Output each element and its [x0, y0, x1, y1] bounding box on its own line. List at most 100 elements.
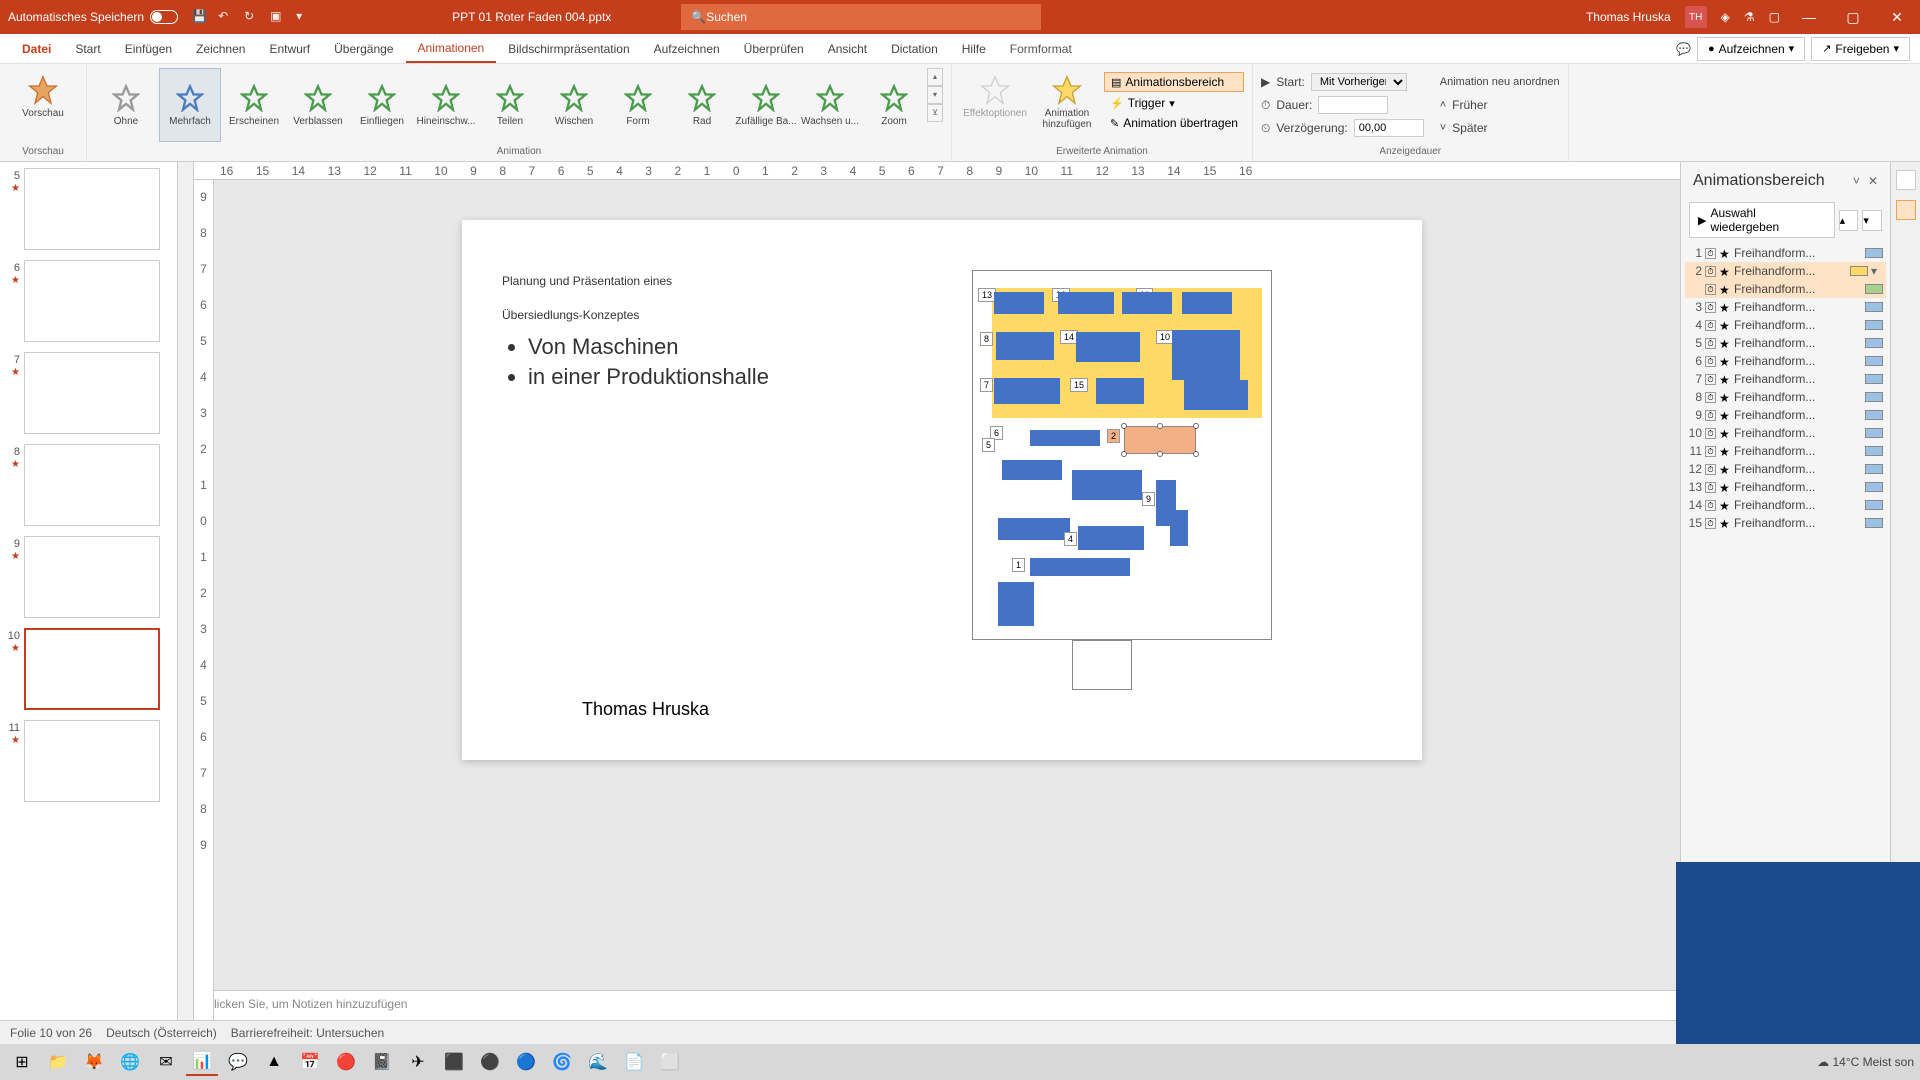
rail-icon[interactable]: [1896, 170, 1916, 190]
close-button[interactable]: ✕: [1882, 9, 1912, 26]
animation-item[interactable]: 8⏱★Freihandform...: [1685, 388, 1886, 406]
add-animation-button[interactable]: Animation hinzufügen: [1032, 68, 1102, 136]
powerpoint-icon[interactable]: 📊: [186, 1048, 218, 1076]
animation-form[interactable]: Form: [607, 68, 669, 142]
duration-input[interactable]: [1318, 96, 1388, 114]
search-input[interactable]: [706, 10, 1031, 24]
animation-item[interactable]: 11⏱★Freihandform...: [1685, 442, 1886, 460]
animation-erscheinen[interactable]: Erscheinen: [223, 68, 285, 142]
close-pane-icon[interactable]: ✕: [1868, 174, 1878, 188]
animation-item[interactable]: 15⏱★Freihandform...: [1685, 514, 1886, 532]
gallery-down[interactable]: ▾: [927, 86, 943, 104]
slide-canvas[interactable]: Planung und Präsentation einesÜbersiedlu…: [194, 180, 1680, 990]
animation-einfliegen[interactable]: Einfliegen: [351, 68, 413, 142]
slide-thumbnails[interactable]: 5★ 6★ 7★ 8★ 9★ 10★ 11★: [0, 162, 178, 1020]
obs-icon[interactable]: ⚫: [474, 1048, 506, 1076]
user-name[interactable]: Thomas Hruska: [1586, 10, 1671, 24]
tab-record[interactable]: Aufzeichnen: [642, 36, 732, 62]
animation-item[interactable]: 12⏱★Freihandform...: [1685, 460, 1886, 478]
animation-rad[interactable]: Rad: [671, 68, 733, 142]
animation-item[interactable]: ⏱★Freihandform...: [1685, 280, 1886, 298]
chrome-icon[interactable]: 🌐: [114, 1048, 146, 1076]
tab-draw[interactable]: Zeichnen: [184, 36, 257, 62]
tab-design[interactable]: Entwurf: [257, 36, 322, 62]
search-box[interactable]: 🔍: [681, 4, 1041, 30]
animation-item[interactable]: 10⏱★Freihandform...: [1685, 424, 1886, 442]
slide-thumbnail-5[interactable]: 5★: [4, 168, 173, 250]
more-icon[interactable]: ▾: [296, 9, 312, 25]
animation-item[interactable]: 1⏱★Freihandform...: [1685, 244, 1886, 262]
animation-painter-button[interactable]: ✎ Animation übertragen: [1104, 114, 1244, 132]
autosave-toggle[interactable]: Automatisches Speichern: [8, 10, 178, 24]
explorer-icon[interactable]: 📁: [42, 1048, 74, 1076]
rail-icon-active[interactable]: [1896, 200, 1916, 220]
edge-icon[interactable]: 🌊: [582, 1048, 614, 1076]
document-title[interactable]: PPT 01 Roter Faden 004.pptx: [452, 10, 611, 24]
animation-item[interactable]: 5⏱★Freihandform...: [1685, 334, 1886, 352]
vlc-icon[interactable]: ▲: [258, 1048, 290, 1076]
animation-item[interactable]: 6⏱★Freihandform...: [1685, 352, 1886, 370]
tab-dictation[interactable]: Dictation: [879, 36, 950, 62]
slide-thumbnail-10[interactable]: 10★: [4, 628, 173, 710]
move-up-button[interactable]: ▴: [1839, 210, 1859, 231]
ribbon-mode-icon[interactable]: ⚗: [1744, 10, 1755, 24]
outlook-icon[interactable]: ✉: [150, 1048, 182, 1076]
tab-start[interactable]: Start: [63, 36, 112, 62]
delay-input[interactable]: [1354, 119, 1424, 137]
selected-shape[interactable]: 2: [1124, 426, 1196, 454]
slide-thumbnail-11[interactable]: 11★: [4, 720, 173, 802]
save-icon[interactable]: 💾: [192, 9, 208, 25]
animation-teilen[interactable]: Teilen: [479, 68, 541, 142]
app-icon[interactable]: ⬛: [438, 1048, 470, 1076]
animation-hineinschw...[interactable]: Hineinschw...: [415, 68, 477, 142]
slide-thumbnail-8[interactable]: 8★: [4, 444, 173, 526]
language-status[interactable]: Deutsch (Österreich): [106, 1026, 217, 1040]
comments-icon[interactable]: 💬: [1676, 42, 1691, 56]
slide-thumbnail-6[interactable]: 6★: [4, 260, 173, 342]
tab-file[interactable]: Datei: [10, 36, 63, 62]
move-earlier-button[interactable]: ˄ Früher: [1440, 95, 1560, 115]
animation-wachsen u...[interactable]: Wachsen u...: [799, 68, 861, 142]
firefox-icon[interactable]: 🦊: [78, 1048, 110, 1076]
present-icon[interactable]: ▣: [270, 9, 286, 25]
slide-thumbnail-9[interactable]: 9★: [4, 536, 173, 618]
redo-icon[interactable]: ↻: [244, 9, 260, 25]
app-icon[interactable]: ⬜: [654, 1048, 686, 1076]
animation-zoom[interactable]: Zoom: [863, 68, 925, 142]
slide-author[interactable]: Thomas Hruska: [582, 699, 709, 720]
tab-animations[interactable]: Animationen: [406, 35, 497, 63]
animation-item[interactable]: 7⏱★Freihandform...: [1685, 370, 1886, 388]
tab-slideshow[interactable]: Bildschirmpräsentation: [496, 36, 641, 62]
onenote-icon[interactable]: 📓: [366, 1048, 398, 1076]
telegram-icon[interactable]: ✈: [402, 1048, 434, 1076]
app-icon[interactable]: 📅: [294, 1048, 326, 1076]
preview-button[interactable]: Vorschau: [8, 68, 78, 125]
tab-transitions[interactable]: Übergänge: [322, 36, 405, 62]
tab-review[interactable]: Überprüfen: [732, 36, 816, 62]
play-selection-button[interactable]: ▶ Auswahl wiedergeben: [1689, 202, 1835, 238]
animation-wischen[interactable]: Wischen: [543, 68, 605, 142]
slide-thumbnail-7[interactable]: 7★: [4, 352, 173, 434]
tab-shapeformat[interactable]: Formformat: [998, 36, 1084, 62]
app-icon[interactable]: 🌀: [546, 1048, 578, 1076]
gallery-up[interactable]: ▴: [927, 68, 943, 86]
animation-ohne[interactable]: Ohne: [95, 68, 157, 142]
app-icon[interactable]: 📄: [618, 1048, 650, 1076]
share-button[interactable]: ↗ Freigeben ▾: [1811, 37, 1910, 61]
accessibility-status[interactable]: Barrierefreiheit: Untersuchen: [231, 1026, 384, 1040]
toggle-switch[interactable]: [150, 10, 178, 24]
maximize-button[interactable]: ▢: [1838, 9, 1868, 26]
minimize-button[interactable]: —: [1794, 9, 1824, 25]
animation-item[interactable]: 9⏱★Freihandform...: [1685, 406, 1886, 424]
animation-item[interactable]: 14⏱★Freihandform...: [1685, 496, 1886, 514]
animation-item[interactable]: 4⏱★Freihandform...: [1685, 316, 1886, 334]
slide-counter[interactable]: Folie 10 von 26: [10, 1026, 92, 1040]
weather-widget[interactable]: ☁ 14°C Meist son: [1817, 1055, 1914, 1069]
notes-pane[interactable]: Klicken Sie, um Notizen hinzuzufügen: [194, 990, 1680, 1020]
animation-item[interactable]: 3⏱★Freihandform...: [1685, 298, 1886, 316]
undo-icon[interactable]: ↶: [218, 9, 234, 25]
thumbnail-scrollbar[interactable]: [178, 162, 194, 1020]
tab-insert[interactable]: Einfügen: [113, 36, 184, 62]
app-icon[interactable]: 🔵: [510, 1048, 542, 1076]
trigger-button[interactable]: ⚡ Trigger ▾: [1104, 94, 1244, 112]
